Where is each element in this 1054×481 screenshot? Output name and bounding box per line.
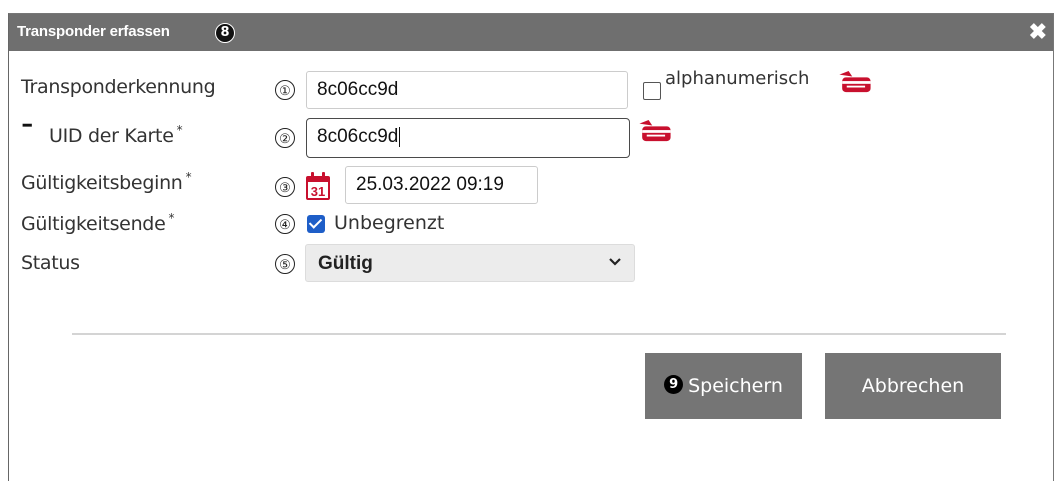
- row-number-4: ④: [275, 214, 295, 234]
- status-label: Status: [21, 252, 80, 274]
- start-label: Gültigkeitsbeginn *: [21, 170, 192, 194]
- transponder-label: Transponderkennung: [21, 76, 216, 98]
- cancel-button[interactable]: Abbrechen: [825, 353, 1001, 419]
- calendar-day: 31: [311, 184, 325, 199]
- close-icon[interactable]: ✖: [1029, 21, 1047, 43]
- chevron-down-icon: [608, 254, 622, 271]
- save-badge: 9: [664, 375, 684, 394]
- divider: [72, 333, 1006, 335]
- unlimited-checkbox[interactable]: [307, 215, 325, 233]
- status-selected: Gültig: [318, 253, 373, 274]
- dialog-title: Transponder erfassen: [17, 23, 170, 40]
- title-badge: 8: [215, 23, 235, 43]
- row-number-3: ③: [275, 177, 295, 197]
- dialog-titlebar: Transponder erfassen 8 ✖: [9, 14, 1053, 51]
- transponder-input[interactable]: 8c06cc9d: [306, 71, 628, 109]
- calendar-icon[interactable]: 31: [305, 171, 331, 201]
- save-button[interactable]: 9 Speichern: [645, 353, 802, 419]
- alphanumeric-label: alphanumerisch: [665, 68, 810, 89]
- save-label: Speichern: [688, 375, 783, 397]
- alphanumeric-checkbox[interactable]: [643, 82, 661, 100]
- row-number-5: ⑤: [275, 254, 295, 274]
- collapse-icon[interactable]: ━: [23, 117, 31, 134]
- start-date-input[interactable]: 25.03.2022 09:19: [345, 166, 538, 204]
- end-label: Gültigkeitsende *: [21, 211, 175, 235]
- card-reader-icon[interactable]: [636, 120, 674, 142]
- uid-label: UID der Karte *: [49, 123, 183, 147]
- uid-input[interactable]: 8c06cc9d: [306, 118, 630, 158]
- transponder-dialog: Transponder erfassen 8 ✖ Transponderkenn…: [8, 13, 1054, 481]
- row-number-2: ②: [275, 128, 295, 148]
- unlimited-label: Unbegrenzt: [334, 212, 445, 234]
- row-number-1: ①: [275, 80, 295, 100]
- status-select[interactable]: Gültig: [305, 244, 635, 282]
- card-reader-icon[interactable]: [836, 71, 874, 93]
